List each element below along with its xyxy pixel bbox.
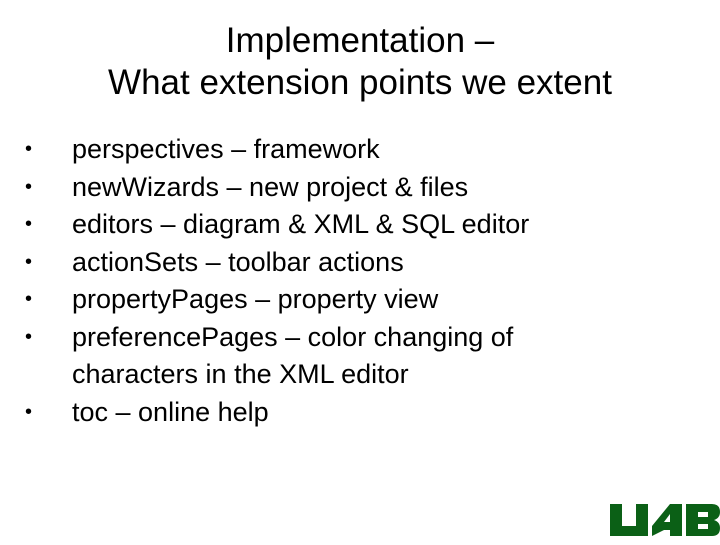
list-item: • propertyPages – property view [24,281,704,319]
slide-title-line-1: Implementation – [225,21,495,60]
slide-title: Implementation – What extension points w… [0,20,720,104]
list-item-text: editors – diagram & XML & SQL editor [72,209,530,239]
bullet-icon: • [25,325,33,348]
list-item-text: newWizards – new project & files [72,171,469,202]
uab-logo-icon [610,504,720,536]
list-item: • toc – online help [24,394,704,432]
list-item: • preferencePages – color changing of ch… [24,319,632,394]
uab-logo [608,500,720,540]
bullet-icon: • [25,213,33,235]
list-item-text: propertyPages – property view [72,284,439,314]
bullet-list: • perspectives – framework • newWizards … [24,131,704,431]
list-item: • editors – diagram & XML & SQL editor [24,206,704,244]
bullet-icon: • [25,138,33,160]
list-item-text: perspectives – framework [72,134,380,164]
list-item-text: preferencePages – color changing of char… [72,321,514,390]
list-item: • newWizards – new project & files [24,169,704,207]
bullet-icon: • [25,175,33,198]
list-item-text: actionSets – toolbar actions [72,246,404,277]
bullet-icon: • [25,400,33,423]
list-item: • perspectives – framework [24,131,704,169]
bullet-icon: • [25,288,33,310]
slide-title-line-2: What extension points we extent [108,63,612,102]
bullet-icon: • [25,250,33,273]
list-item-text: toc – online help [72,396,269,427]
list-item: • actionSets – toolbar actions [24,244,704,282]
